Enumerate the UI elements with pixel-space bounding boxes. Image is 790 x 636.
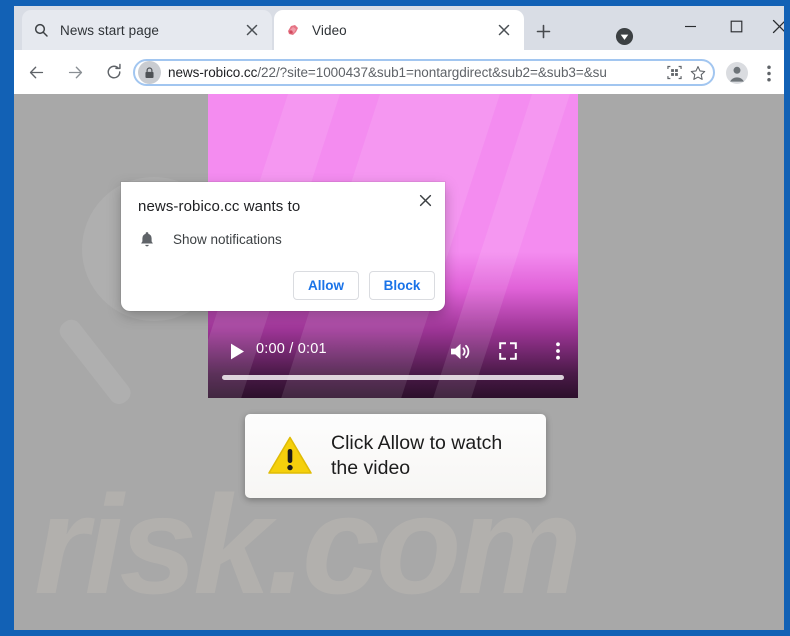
fullscreen-icon[interactable]: [496, 339, 520, 363]
lock-icon[interactable]: [138, 61, 161, 84]
tab-title: News start page: [60, 22, 160, 38]
popup-title: news-robico.cc wants to: [138, 198, 301, 215]
warning-triangle-icon: [267, 433, 313, 479]
video-progress-bar[interactable]: [222, 375, 564, 380]
popup-actions: Allow Block: [293, 271, 435, 300]
page-content: risk.com 0:00 / 0:01 Click Allow to watc…: [14, 94, 784, 630]
browser-window: News start page Video news-robico.cc/22/…: [14, 6, 784, 630]
tab-title: Video: [312, 22, 347, 38]
url-text[interactable]: news-robico.cc/22/?site=1000437&sub1=non…: [168, 65, 661, 80]
allow-button[interactable]: Allow: [293, 271, 359, 300]
url-host: news-robico.cc: [168, 65, 258, 80]
profile-avatar-icon[interactable]: [726, 62, 748, 84]
new-tab-button[interactable]: [530, 18, 556, 44]
url-path: /22/?site=1000437&sub1=nontargdirect&sub…: [257, 65, 607, 80]
video-more-options-icon[interactable]: [546, 339, 570, 363]
bell-icon: [138, 230, 156, 248]
popup-permission-label: Show notifications: [173, 231, 282, 247]
block-button[interactable]: Block: [369, 271, 435, 300]
search-icon: [32, 21, 50, 39]
forward-button[interactable]: [61, 58, 89, 86]
tab-video[interactable]: Video: [274, 10, 524, 50]
click-allow-banner: Click Allow to watch the video: [245, 414, 546, 498]
window-maximize-button[interactable]: [713, 10, 759, 42]
notification-permission-popup: news-robico.cc wants to Show notificatio…: [121, 182, 445, 311]
close-icon[interactable]: [413, 188, 437, 212]
video-site-favicon: [284, 21, 302, 39]
volume-icon[interactable]: [448, 339, 472, 363]
tab-news-start-page[interactable]: News start page: [22, 10, 272, 50]
three-dot-menu-icon[interactable]: [760, 60, 778, 86]
back-button[interactable]: [22, 58, 50, 86]
browser-window-frame: News start page Video news-robico.cc/22/…: [0, 0, 790, 636]
window-close-button[interactable]: [756, 10, 784, 42]
address-bar[interactable]: news-robico.cc/22/?site=1000437&sub1=non…: [133, 59, 715, 86]
download-indicator-icon[interactable]: [610, 22, 638, 50]
click-allow-banner-text: Click Allow to watch the video: [331, 432, 503, 479]
tab-close-button[interactable]: [494, 20, 514, 40]
play-button[interactable]: [226, 340, 248, 362]
qr-code-icon[interactable]: [663, 62, 685, 84]
video-time-display: 0:00 / 0:01: [256, 341, 327, 357]
popup-permission-row: Show notifications: [138, 230, 282, 248]
star-icon[interactable]: [687, 62, 709, 84]
reload-button[interactable]: [100, 58, 128, 86]
tab-strip: News start page Video: [14, 6, 784, 50]
video-controls-bar: 0:00 / 0:01: [208, 324, 578, 398]
browser-toolbar: news-robico.cc/22/?site=1000437&sub1=non…: [14, 50, 784, 94]
window-minimize-button[interactable]: [667, 10, 713, 42]
tab-close-button[interactable]: [242, 20, 262, 40]
